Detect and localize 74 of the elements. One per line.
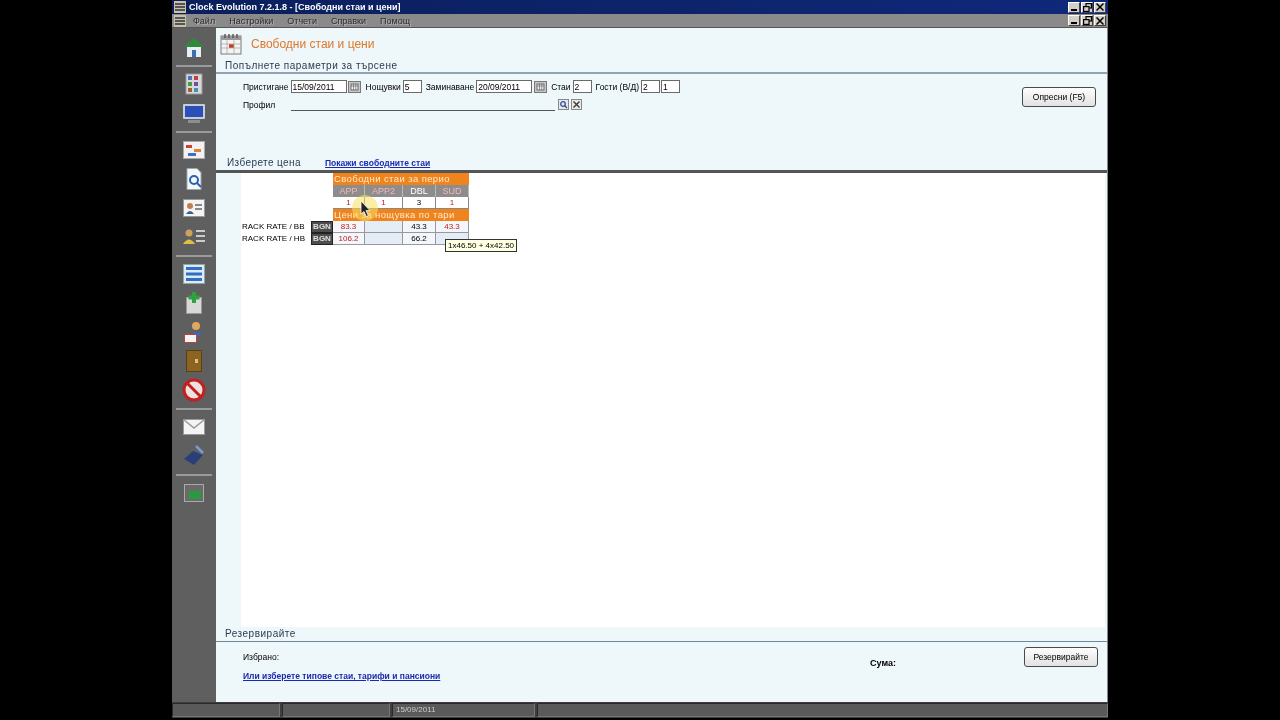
- clear-button[interactable]: [570, 98, 582, 111]
- selected-label: Избрано:: [243, 652, 281, 662]
- status-date: 15/09/2011: [392, 703, 535, 717]
- table-cell: 43.3: [403, 221, 436, 233]
- id-card-icon[interactable]: [182, 196, 206, 220]
- table-cell: 1: [436, 197, 469, 209]
- tooltip: 1x46.50 + 4x42.50: [445, 239, 518, 252]
- house-icon[interactable]: [182, 35, 206, 59]
- close-icon: [1096, 16, 1104, 25]
- field-label: Стаи: [551, 81, 571, 92]
- app-icon[interactable]: [174, 1, 186, 13]
- table-cell: 43.3: [436, 221, 469, 233]
- refresh-button[interactable]: Опресни (F5): [1022, 87, 1096, 107]
- close-icon: [570, 99, 582, 110]
- number-field[interactable]: 5: [402, 80, 422, 93]
- book-button[interactable]: Резервирайте: [1024, 647, 1098, 667]
- number-field[interactable]: 2: [641, 80, 661, 93]
- calendar-button[interactable]: [533, 80, 548, 93]
- column-header: DBL: [403, 185, 436, 197]
- monitor-icon[interactable]: [182, 101, 206, 125]
- calendar-icon: [348, 80, 362, 93]
- restore-button[interactable]: [1081, 1, 1093, 13]
- currency-badge: BGN: [311, 233, 333, 245]
- sum-label: Сума:: [870, 658, 896, 668]
- schedule-icon[interactable]: [182, 138, 206, 162]
- tray-icon[interactable]: [182, 481, 206, 505]
- page-title: Свободни стаи и цени: [251, 36, 375, 51]
- field-label: Гости (В/Д): [595, 81, 640, 92]
- minimize-icon: [1071, 22, 1077, 24]
- column-header: APP: [333, 185, 365, 197]
- close-button[interactable]: [1094, 1, 1106, 13]
- restore-icon: [1082, 2, 1092, 12]
- number-field[interactable]: 1: [661, 80, 681, 93]
- close-button[interactable]: [1094, 15, 1106, 26]
- device-icon[interactable]: [182, 444, 206, 468]
- no-entry-icon[interactable]: [182, 378, 206, 402]
- table-cell: [365, 221, 403, 233]
- search-icon: [557, 99, 569, 110]
- number-field[interactable]: 2: [572, 80, 592, 93]
- field-label: Профил: [243, 99, 277, 110]
- table-cell: 66.2: [403, 233, 436, 245]
- date-field[interactable]: 15/09/2011: [290, 80, 347, 93]
- column-header: SUD: [436, 185, 469, 197]
- currency-badge: BGN: [311, 221, 333, 233]
- choose-rooms-link[interactable]: Или изберете типове стаи, тарифи и пансиони: [243, 671, 441, 681]
- minimize-button[interactable]: [1068, 1, 1080, 13]
- rate-name: RACK RATE / HB: [242, 233, 306, 245]
- date-field[interactable]: 20/09/2011: [476, 80, 533, 93]
- calendar-button[interactable]: [347, 80, 362, 93]
- section-heading: Изберете цена: [227, 157, 302, 168]
- search-button[interactable]: [557, 98, 569, 111]
- section-heading: Попълнете параметри за търсене: [216, 59, 1107, 74]
- field-label: Нощувки: [365, 81, 401, 92]
- table-cell: 106.2: [333, 233, 365, 245]
- restore-button[interactable]: [1081, 15, 1093, 26]
- section-heading: Резервирайте: [216, 627, 1107, 642]
- calendar-icon: [533, 80, 547, 93]
- column-header: APP2: [365, 185, 403, 197]
- table-icon[interactable]: [182, 262, 206, 286]
- field-label: Пристигане: [243, 81, 289, 92]
- cabinet-icon[interactable]: [182, 72, 206, 96]
- table-cell: [365, 233, 403, 245]
- table-cell: 3: [403, 197, 436, 209]
- window-title: Clock Evolution 7.2.1.8 - [Свободни стаи и цени]: [189, 2, 401, 12]
- minimize-button[interactable]: [1068, 15, 1080, 26]
- close-icon: [1096, 3, 1104, 11]
- rate-name: RACK RATE / BB: [242, 221, 306, 233]
- field-label: Заминаване: [425, 81, 475, 92]
- table-cell: 83.3: [333, 221, 365, 233]
- restore-icon: [1082, 16, 1092, 25]
- minimize-icon: [1071, 8, 1077, 11]
- calendar-icon: [220, 32, 242, 55]
- show-rooms-link[interactable]: Покажи свободните стаи: [325, 157, 431, 168]
- document-menu-icon[interactable]: [174, 14, 186, 27]
